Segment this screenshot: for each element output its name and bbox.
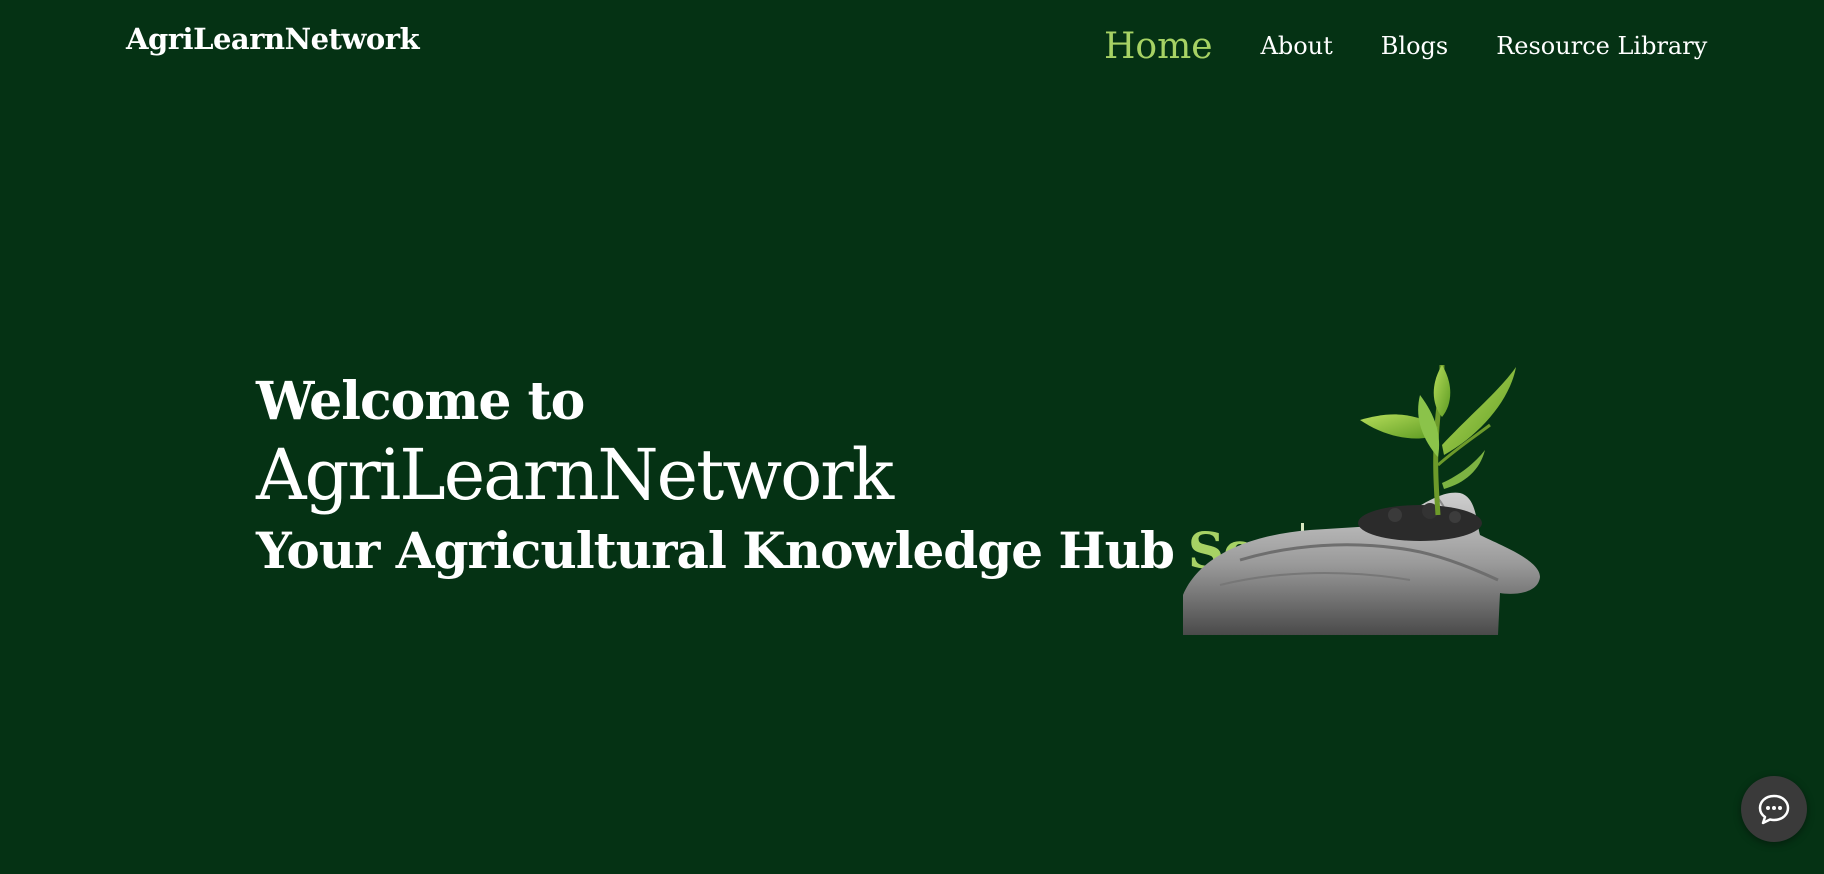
brand-logo[interactable]: AgriLearnNetwork — [126, 22, 420, 56]
hero-subtitle: Your Agricultural Knowledge Hub Sow — [256, 518, 1305, 584]
hero-welcome: Welcome to — [256, 371, 585, 432]
nav-about[interactable]: About — [1261, 32, 1333, 60]
chat-button[interactable] — [1741, 776, 1807, 842]
main-nav: Home About Blogs Resource Library — [1104, 18, 1707, 74]
seedling-in-hands-icon — [1180, 355, 1540, 635]
chat-bubble-icon — [1758, 794, 1790, 825]
hero-tagline: Your Agricultural Knowledge Hub — [256, 521, 1175, 580]
landing-page: AgriLearnNetwork Home About Blogs Resour… — [0, 0, 1824, 874]
nav-resource-library[interactable]: Resource Library — [1496, 32, 1707, 60]
hero-section: Welcome to AgriLearnNetwork Your Agricul… — [256, 371, 1305, 584]
nav-home[interactable]: Home — [1104, 26, 1213, 67]
hero-title: AgriLearnNetwork — [256, 434, 894, 516]
nav-blogs[interactable]: Blogs — [1381, 32, 1448, 60]
